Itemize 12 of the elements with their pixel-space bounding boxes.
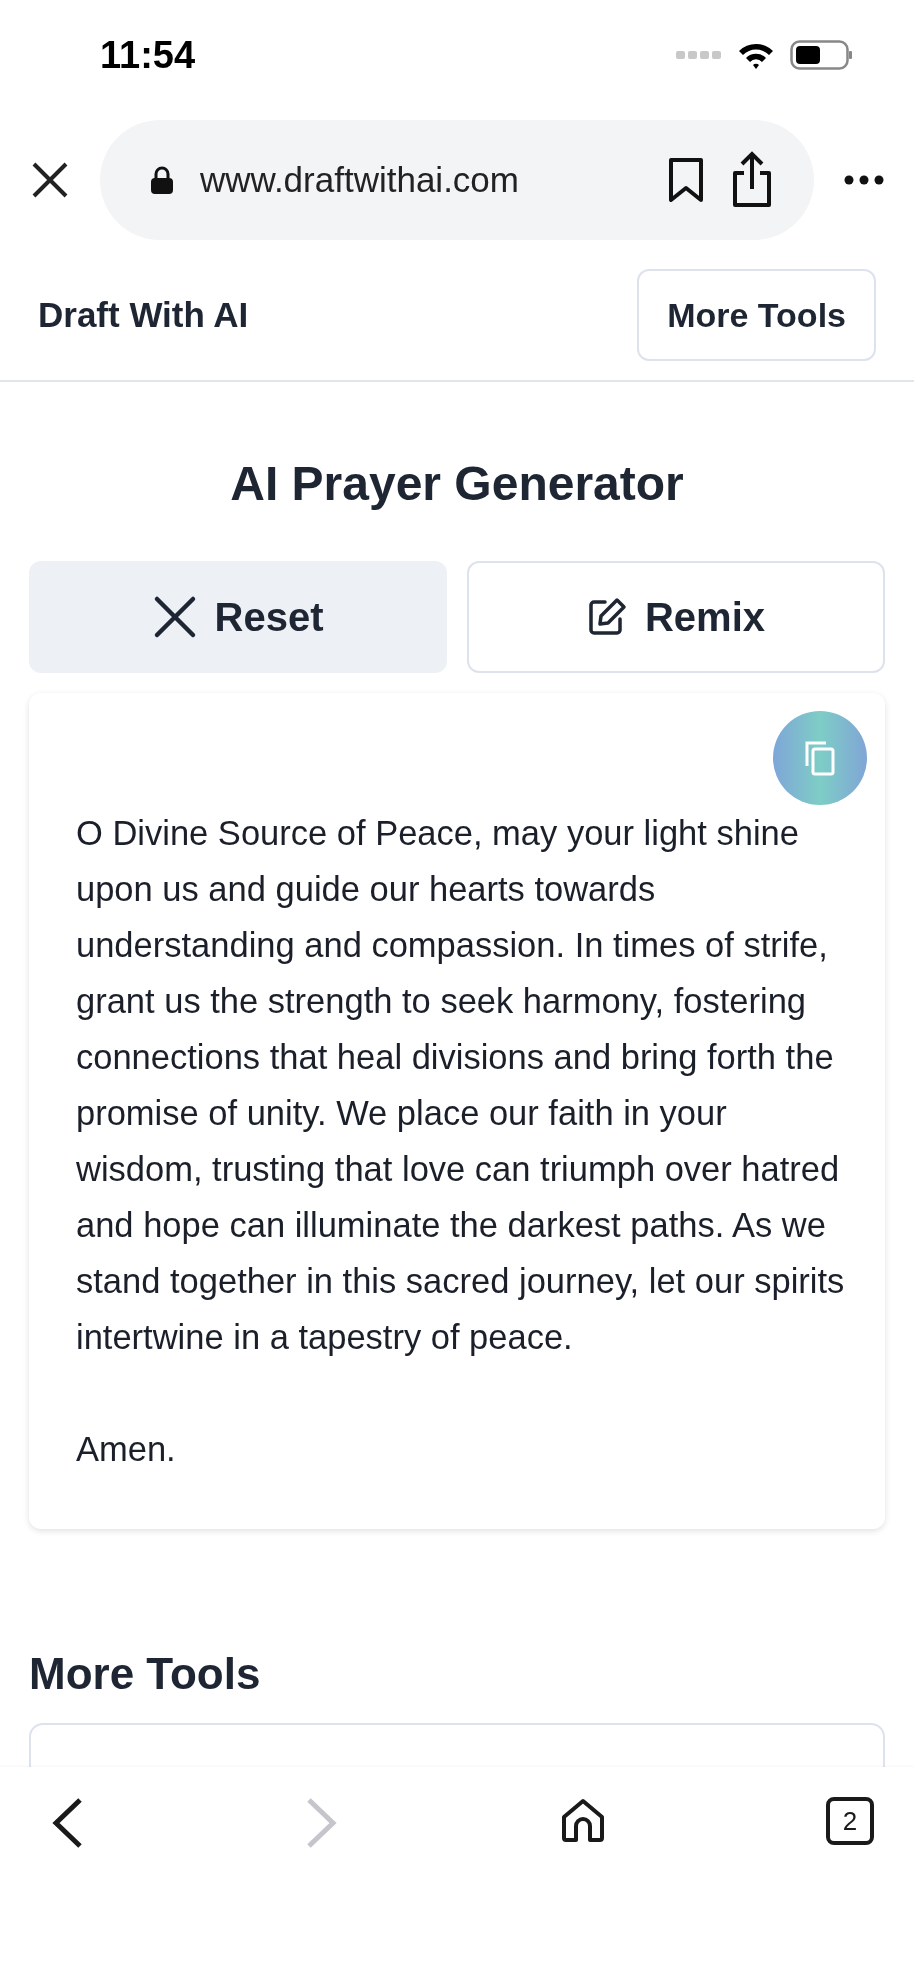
section-heading: More Tools bbox=[29, 1649, 262, 1699]
remix-button[interactable]: Remix bbox=[467, 561, 885, 673]
more-tools-button[interactable]: More Tools bbox=[637, 269, 876, 361]
status-time: 11:54 bbox=[100, 33, 196, 77]
tabs-button[interactable]: 2 bbox=[826, 1797, 874, 1845]
reset-button[interactable]: Reset bbox=[29, 561, 447, 673]
url-text: www.draftwithai.com bbox=[200, 160, 520, 200]
prayer-text: O Divine Source of Peace, may your light shine upon us and guide our hearts towards understanding and compassion. In times of strife, grant us the strength to seek harmony, fostering connections that heal divisions and bring forth the promise of unity. We place our faith in your wisdom, trusting that love can triumph over hatred and hope can illuminate the darkest paths. As we stand together in this sacred journey, let our spirits intertwine in a tapestry of peace. bbox=[76, 813, 846, 1358]
prayer-text: Amen. bbox=[76, 1429, 177, 1470]
address-bar[interactable]: www.draftwithai.com bbox=[100, 120, 814, 240]
site-logo[interactable]: Draft With AI bbox=[38, 295, 249, 335]
page-title: AI Prayer Generator bbox=[229, 456, 685, 511]
